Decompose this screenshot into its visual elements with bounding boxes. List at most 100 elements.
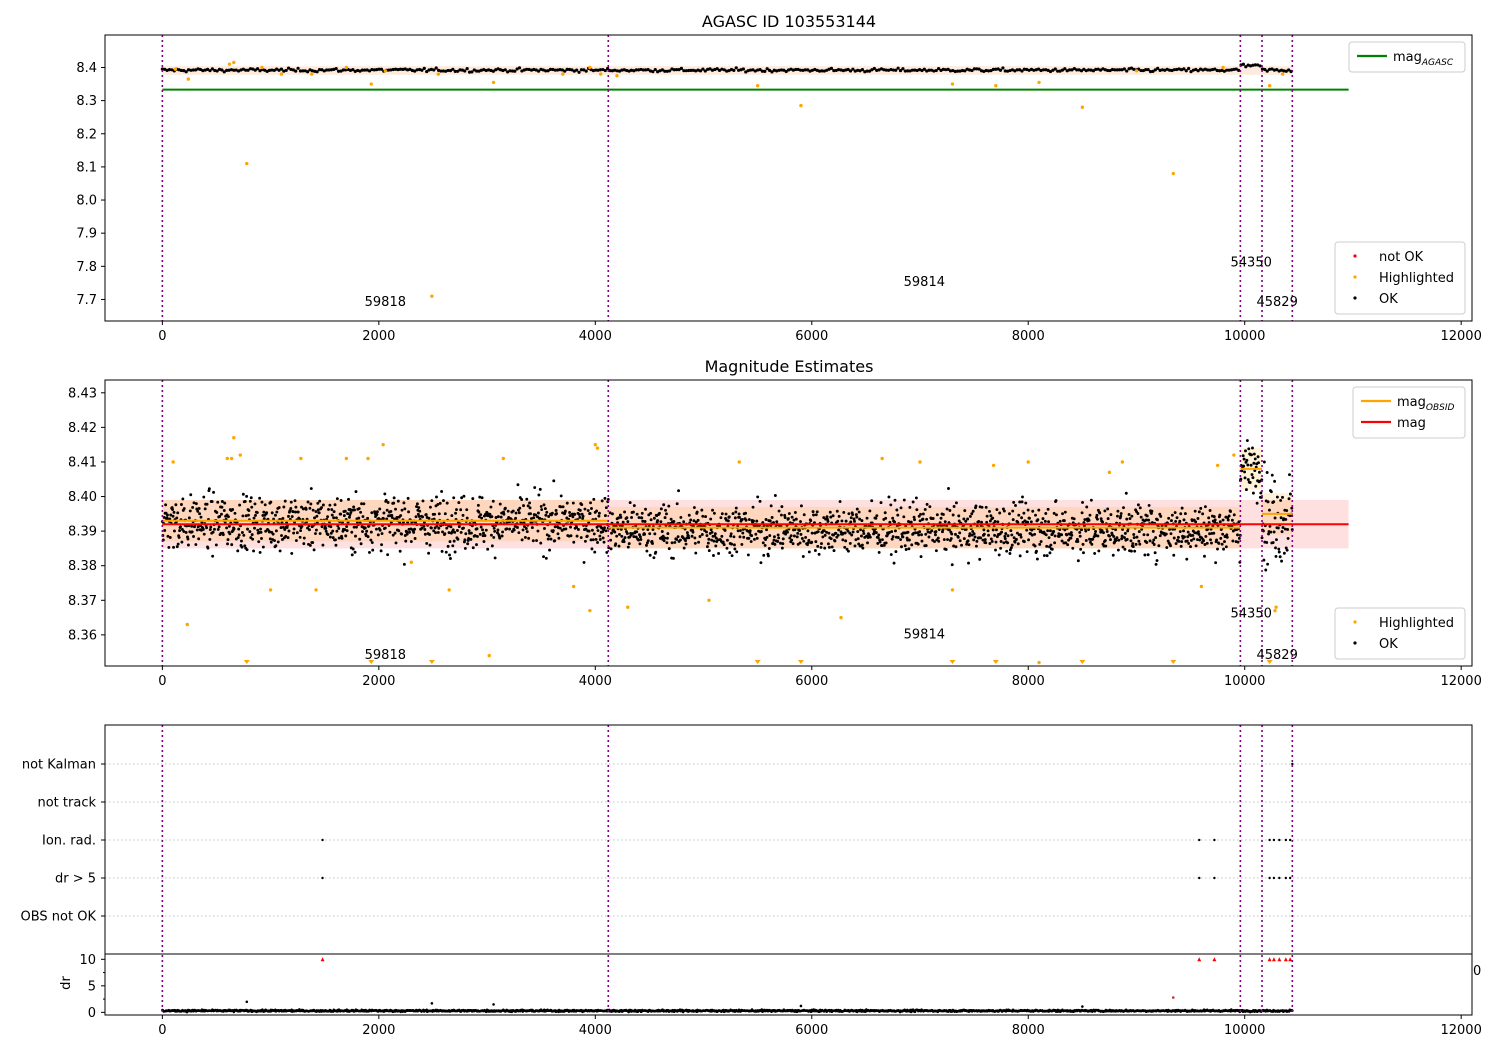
ok-point (275, 510, 279, 514)
ok-point (369, 530, 373, 534)
ok-point (720, 512, 724, 516)
ok-point (187, 516, 191, 520)
ok-point (643, 520, 647, 523)
ok-point (911, 500, 915, 504)
y-tick-label: 8.40 (68, 490, 97, 505)
ok-point (1043, 519, 1047, 523)
ok-point (763, 543, 767, 547)
ok-point (203, 507, 207, 511)
ok-point (835, 509, 839, 513)
ok-point (1106, 507, 1110, 511)
panel2-title: Magnitude Estimates (705, 357, 874, 376)
ok-point (1231, 539, 1235, 543)
ok-point (960, 543, 963, 547)
ok-point (689, 518, 693, 522)
ok-point (1120, 537, 1124, 541)
ok-point (907, 547, 911, 551)
ok-point (721, 540, 725, 544)
ok-point (909, 520, 913, 524)
ok-point (558, 526, 562, 530)
ok-point (511, 509, 515, 513)
ok-point (402, 501, 406, 505)
ok-point (1209, 538, 1212, 542)
ok-point (726, 519, 730, 523)
ok-point (306, 500, 310, 504)
ok-point (536, 511, 540, 515)
ok-point (923, 507, 927, 511)
ok-point (984, 541, 988, 545)
ok-point (1014, 504, 1017, 507)
ok-point (916, 542, 920, 546)
ok-point (449, 557, 452, 560)
ok-point (1022, 540, 1026, 544)
ok-point (445, 501, 449, 505)
ok-point (292, 527, 296, 531)
ok-point (167, 545, 171, 549)
ok-point (241, 492, 245, 496)
ok-point (1054, 499, 1058, 503)
ok-point (1045, 544, 1049, 548)
ok-point (255, 511, 259, 514)
ok-point (532, 516, 536, 520)
flag-point (1288, 876, 1292, 880)
ok-point (1117, 538, 1121, 542)
ok-point (211, 554, 215, 558)
ok-point (676, 535, 680, 539)
ok-point (855, 515, 859, 519)
ok-point (638, 535, 642, 539)
ok-point (914, 496, 918, 500)
ok-point (464, 532, 468, 536)
ok-point (735, 550, 739, 554)
ok-point (1210, 541, 1213, 545)
ok-point (1147, 503, 1151, 507)
ok-point (586, 509, 590, 512)
ok-point (393, 531, 397, 535)
ok-point (750, 534, 754, 538)
ok-point (304, 507, 308, 511)
ok-point (503, 506, 507, 510)
ok-point (1182, 529, 1185, 533)
ok-point (1203, 554, 1206, 558)
ok-point (380, 543, 384, 547)
ok-point (847, 512, 851, 516)
ok-point (685, 531, 689, 535)
ok-point (1232, 513, 1236, 517)
ok-point (809, 519, 813, 523)
ok-point (1262, 558, 1266, 562)
ok-point (571, 515, 575, 519)
x-tick-label: 2000 (362, 329, 395, 344)
ok-point (247, 509, 251, 512)
ok-point (1109, 513, 1113, 517)
ok-point (793, 511, 797, 514)
ok-point (1008, 552, 1012, 555)
ok-point (353, 508, 357, 512)
flag-point (1198, 838, 1201, 842)
ok-point (375, 527, 378, 531)
ok-point (375, 513, 379, 516)
ok-point (1215, 538, 1219, 542)
ok-point (739, 529, 742, 532)
ok-point (810, 531, 814, 535)
ok-point (347, 497, 350, 501)
ok-point (887, 495, 891, 499)
ok-point (611, 512, 614, 516)
ok-point (1198, 538, 1202, 542)
ok-point (790, 515, 794, 519)
ok-point (595, 509, 599, 513)
ok-point (853, 519, 856, 523)
ok-point (840, 519, 844, 523)
ok-point (448, 553, 451, 557)
ok-point (457, 501, 461, 505)
ok-point (669, 517, 673, 521)
ok-point (706, 541, 710, 545)
ok-point (225, 526, 229, 530)
ok-point (421, 499, 425, 503)
legend-dot-swatch (1353, 641, 1357, 645)
ok-point (651, 542, 654, 545)
ok-point (924, 544, 928, 548)
ok-point (529, 512, 532, 516)
ok-point (1270, 473, 1274, 477)
ok-point (1216, 547, 1219, 551)
ok-point (463, 546, 467, 550)
ok-point (1158, 534, 1162, 538)
